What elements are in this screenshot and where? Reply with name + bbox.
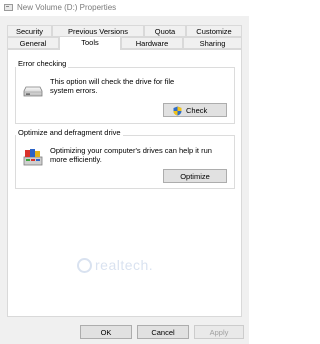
- error-checking-description: This option will check the drive for fil…: [50, 77, 175, 95]
- error-checking-title: Error checking: [16, 59, 69, 68]
- tab-quota[interactable]: Quota: [144, 25, 186, 37]
- defragment-icon: [23, 149, 43, 166]
- watermark-text: realtech.: [95, 257, 154, 273]
- tab-tools[interactable]: Tools: [59, 36, 121, 50]
- tools-tab-panel: Error checking This option will check th…: [7, 49, 242, 317]
- realtech-logo-icon: [77, 258, 92, 273]
- optimize-title: Optimize and defragment drive: [16, 128, 123, 137]
- window-title: New Volume (D:) Properties: [17, 3, 117, 12]
- uac-shield-icon: [173, 106, 182, 116]
- error-checking-group: Error checking This option will check th…: [15, 59, 235, 124]
- optimize-description: Optimizing your computer's drives can he…: [50, 146, 212, 164]
- optimize-group: Optimize and defragment drive Optimizing…: [15, 128, 235, 189]
- cancel-button[interactable]: Cancel: [137, 325, 189, 339]
- hard-drive-icon: [23, 86, 43, 97]
- title-bar: New Volume (D:) Properties: [0, 0, 249, 16]
- tab-sharing[interactable]: Sharing: [183, 37, 242, 49]
- tab-customize[interactable]: Customize: [186, 25, 242, 37]
- check-button[interactable]: Check: [163, 103, 227, 117]
- apply-button[interactable]: Apply: [194, 325, 244, 339]
- ok-button[interactable]: OK: [80, 325, 132, 339]
- drive-icon: [4, 4, 13, 11]
- tab-security[interactable]: Security: [7, 25, 52, 37]
- tab-hardware[interactable]: Hardware: [121, 37, 183, 49]
- check-button-label: Check: [186, 106, 208, 115]
- optimize-button[interactable]: Optimize: [163, 169, 227, 183]
- tab-general[interactable]: General: [7, 37, 59, 49]
